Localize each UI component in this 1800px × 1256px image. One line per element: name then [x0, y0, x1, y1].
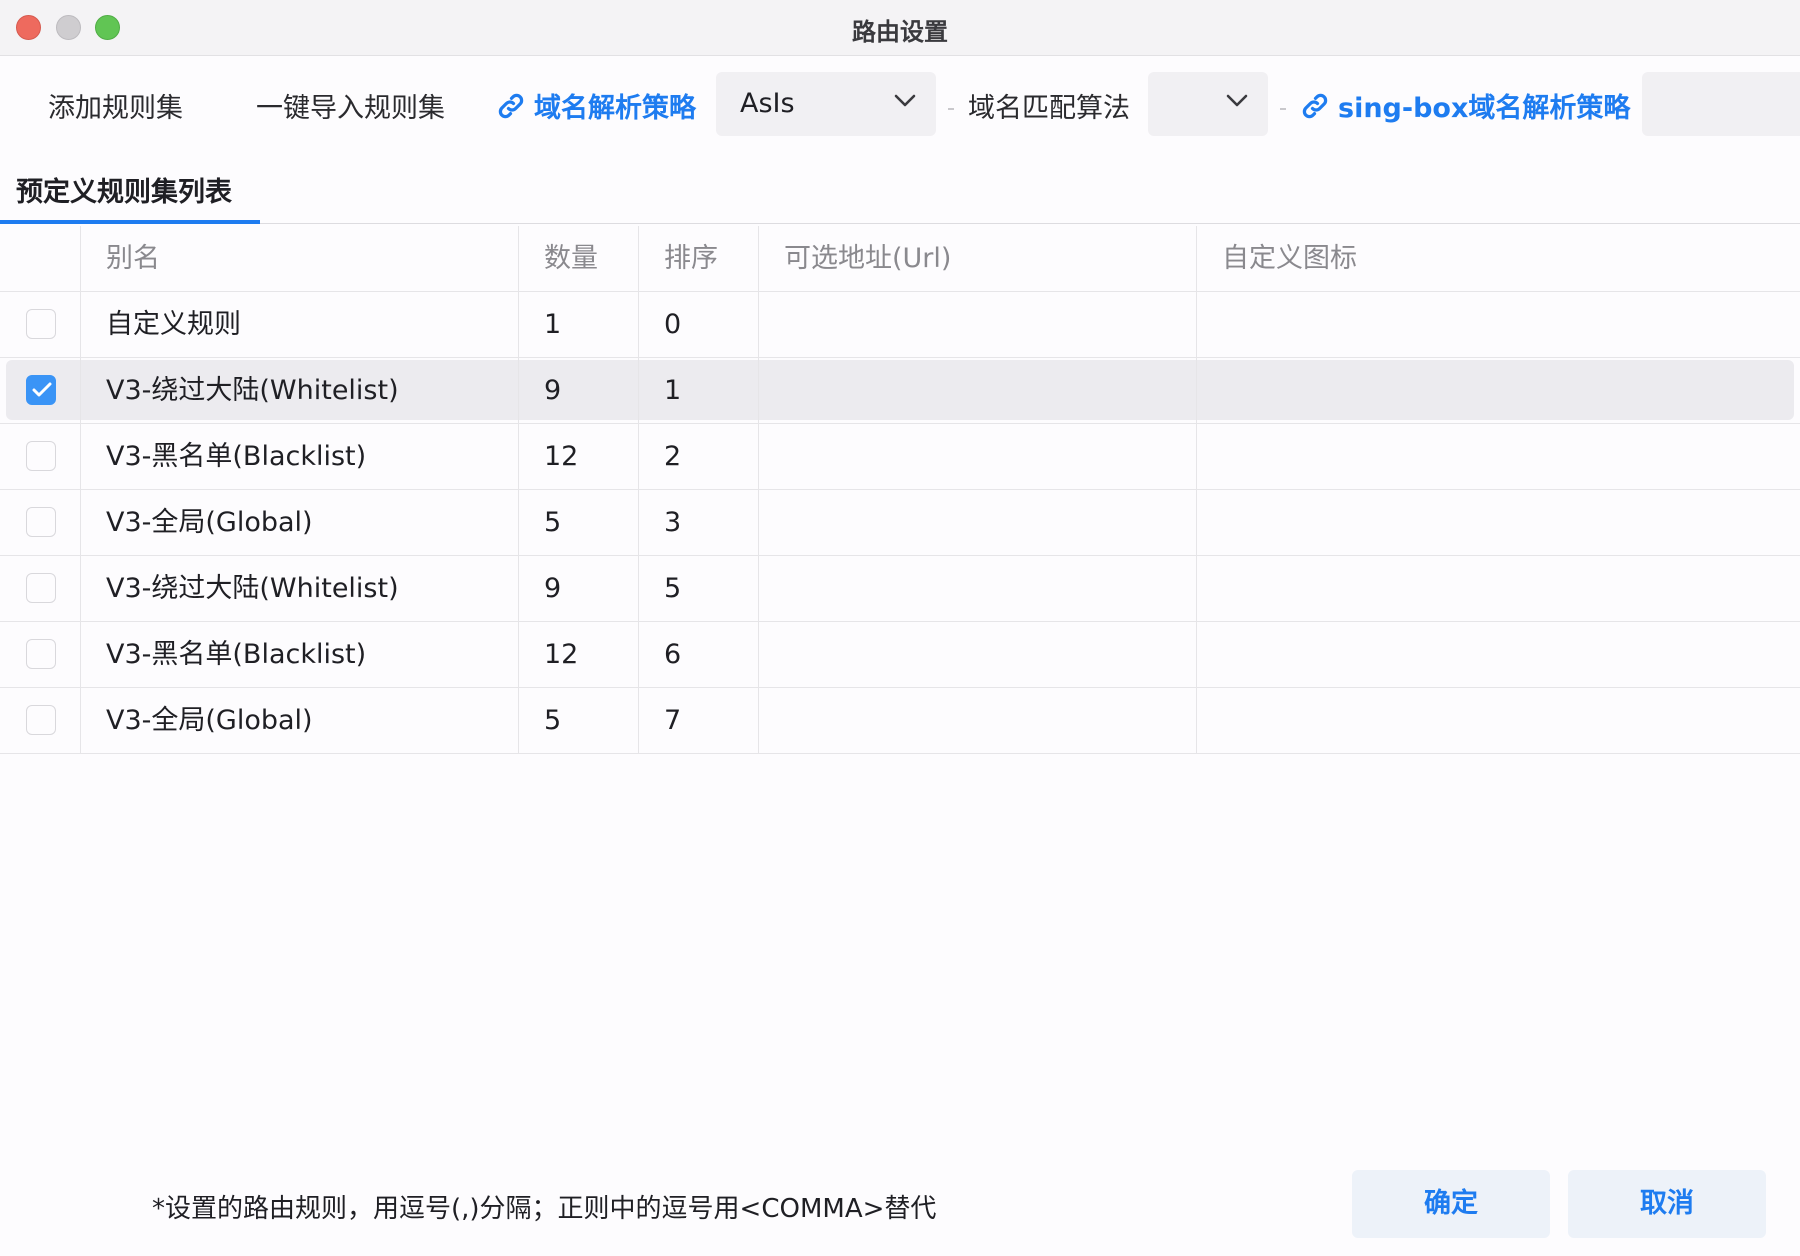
add-ruleset-button[interactable]: 添加规则集 [48, 86, 183, 125]
cell-order: 6 [664, 639, 682, 670]
header-order[interactable]: 排序 [640, 226, 718, 292]
cell-alias: V3-绕过大陆(Whitelist) [106, 375, 399, 406]
separator-dash [1280, 108, 1286, 110]
domain-strategy-select[interactable]: AsIs [716, 72, 936, 136]
confirm-button[interactable]: 确定 [1352, 1170, 1550, 1238]
cell-alias: V3-黑名单(Blacklist) [106, 639, 367, 670]
window-title: 路由设置 [852, 18, 948, 46]
cell-count: 12 [544, 441, 579, 472]
table-row[interactable]: V3-全局(Global) 5 7 [0, 688, 1800, 754]
separator-dash [948, 108, 954, 110]
header-count[interactable]: 数量 [520, 226, 598, 292]
table-row[interactable]: 自定义规则 1 0 [0, 292, 1800, 358]
header-url[interactable]: 可选地址(Url) [760, 226, 951, 292]
column-divider[interactable] [758, 226, 759, 754]
toolbar: 添加规则集 一键导入规则集 域名解析策略 AsIs 域名匹配算法 sing-bo… [0, 56, 1800, 160]
table-row[interactable]: V3-绕过大陆(Whitelist) 9 5 [0, 556, 1800, 622]
cell-alias: V3-全局(Global) [106, 705, 313, 736]
singbox-strategy-select[interactable] [1642, 72, 1800, 136]
cancel-button[interactable]: 取消 [1568, 1170, 1766, 1238]
cell-order: 0 [664, 309, 682, 340]
row-checkbox[interactable] [26, 573, 56, 603]
cell-alias: V3-黑名单(Blacklist) [106, 441, 367, 472]
column-divider[interactable] [1196, 226, 1197, 754]
link-icon [498, 93, 524, 119]
cell-count: 9 [544, 375, 562, 406]
table-row[interactable]: V3-黑名单(Blacklist) 12 6 [0, 622, 1800, 688]
row-checkbox[interactable] [26, 639, 56, 669]
cell-count: 5 [544, 507, 562, 538]
chevron-down-icon [1226, 94, 1248, 107]
table-row[interactable]: V3-黑名单(Blacklist) 12 2 [0, 424, 1800, 490]
header-custom-icon[interactable]: 自定义图标 [1198, 226, 1357, 292]
routing-settings-window: 路由设置 添加规则集 一键导入规则集 域名解析策略 AsIs 域名匹配算法 si… [0, 0, 1800, 1256]
cell-count: 5 [544, 705, 562, 736]
domain-match-select[interactable] [1148, 72, 1268, 136]
tab-predefined-rulesets[interactable]: 预定义规则集列表 [0, 170, 248, 224]
domain-strategy-label: 域名解析策略 [534, 93, 696, 124]
cell-alias: 自定义规则 [106, 309, 241, 340]
domain-match-label: 域名匹配算法 [968, 93, 1130, 124]
row-checkbox[interactable] [26, 507, 56, 537]
cell-alias: V3-绕过大陆(Whitelist) [106, 573, 399, 604]
table-header-row: 别名 数量 排序 可选地址(Url) 自定义图标 [0, 226, 1800, 292]
chevron-down-icon [894, 94, 916, 107]
routing-rule-hint: *设置的路由规则，用逗号(,)分隔；正则中的逗号用<COMMA>替代 [152, 1194, 937, 1224]
link-icon [1302, 93, 1328, 119]
table-row-selected[interactable]: V3-绕过大陆(Whitelist) 9 1 [0, 358, 1800, 424]
domain-strategy-value: AsIs [740, 88, 795, 119]
import-ruleset-button[interactable]: 一键导入规则集 [256, 86, 445, 125]
cell-alias: V3-全局(Global) [106, 507, 313, 538]
domain-strategy-link[interactable]: 域名解析策略 [496, 86, 696, 125]
checkmark-icon [32, 382, 52, 397]
cell-order: 3 [664, 507, 682, 538]
tab-bar: 预定义规则集列表 [0, 160, 1800, 224]
header-alias[interactable]: 别名 [82, 226, 160, 292]
column-divider [80, 226, 81, 754]
cell-count: 1 [544, 309, 562, 340]
row-checkbox-checked[interactable] [26, 375, 56, 405]
cell-order: 5 [664, 573, 682, 604]
row-checkbox[interactable] [26, 705, 56, 735]
active-tab-indicator [0, 220, 260, 224]
title-bar: 路由设置 [0, 0, 1800, 56]
column-divider[interactable] [518, 226, 519, 754]
singbox-strategy-label: sing-box域名解析策略 [1338, 93, 1631, 124]
row-checkbox[interactable] [26, 441, 56, 471]
singbox-strategy-link[interactable]: sing-box域名解析策略 [1300, 86, 1630, 125]
cell-order: 7 [664, 705, 682, 736]
cell-count: 9 [544, 573, 562, 604]
column-divider[interactable] [638, 226, 639, 754]
cell-order: 1 [664, 375, 682, 406]
cell-order: 2 [664, 441, 682, 472]
row-checkbox[interactable] [26, 309, 56, 339]
cell-count: 12 [544, 639, 579, 670]
table-row[interactable]: V3-全局(Global) 5 3 [0, 490, 1800, 556]
